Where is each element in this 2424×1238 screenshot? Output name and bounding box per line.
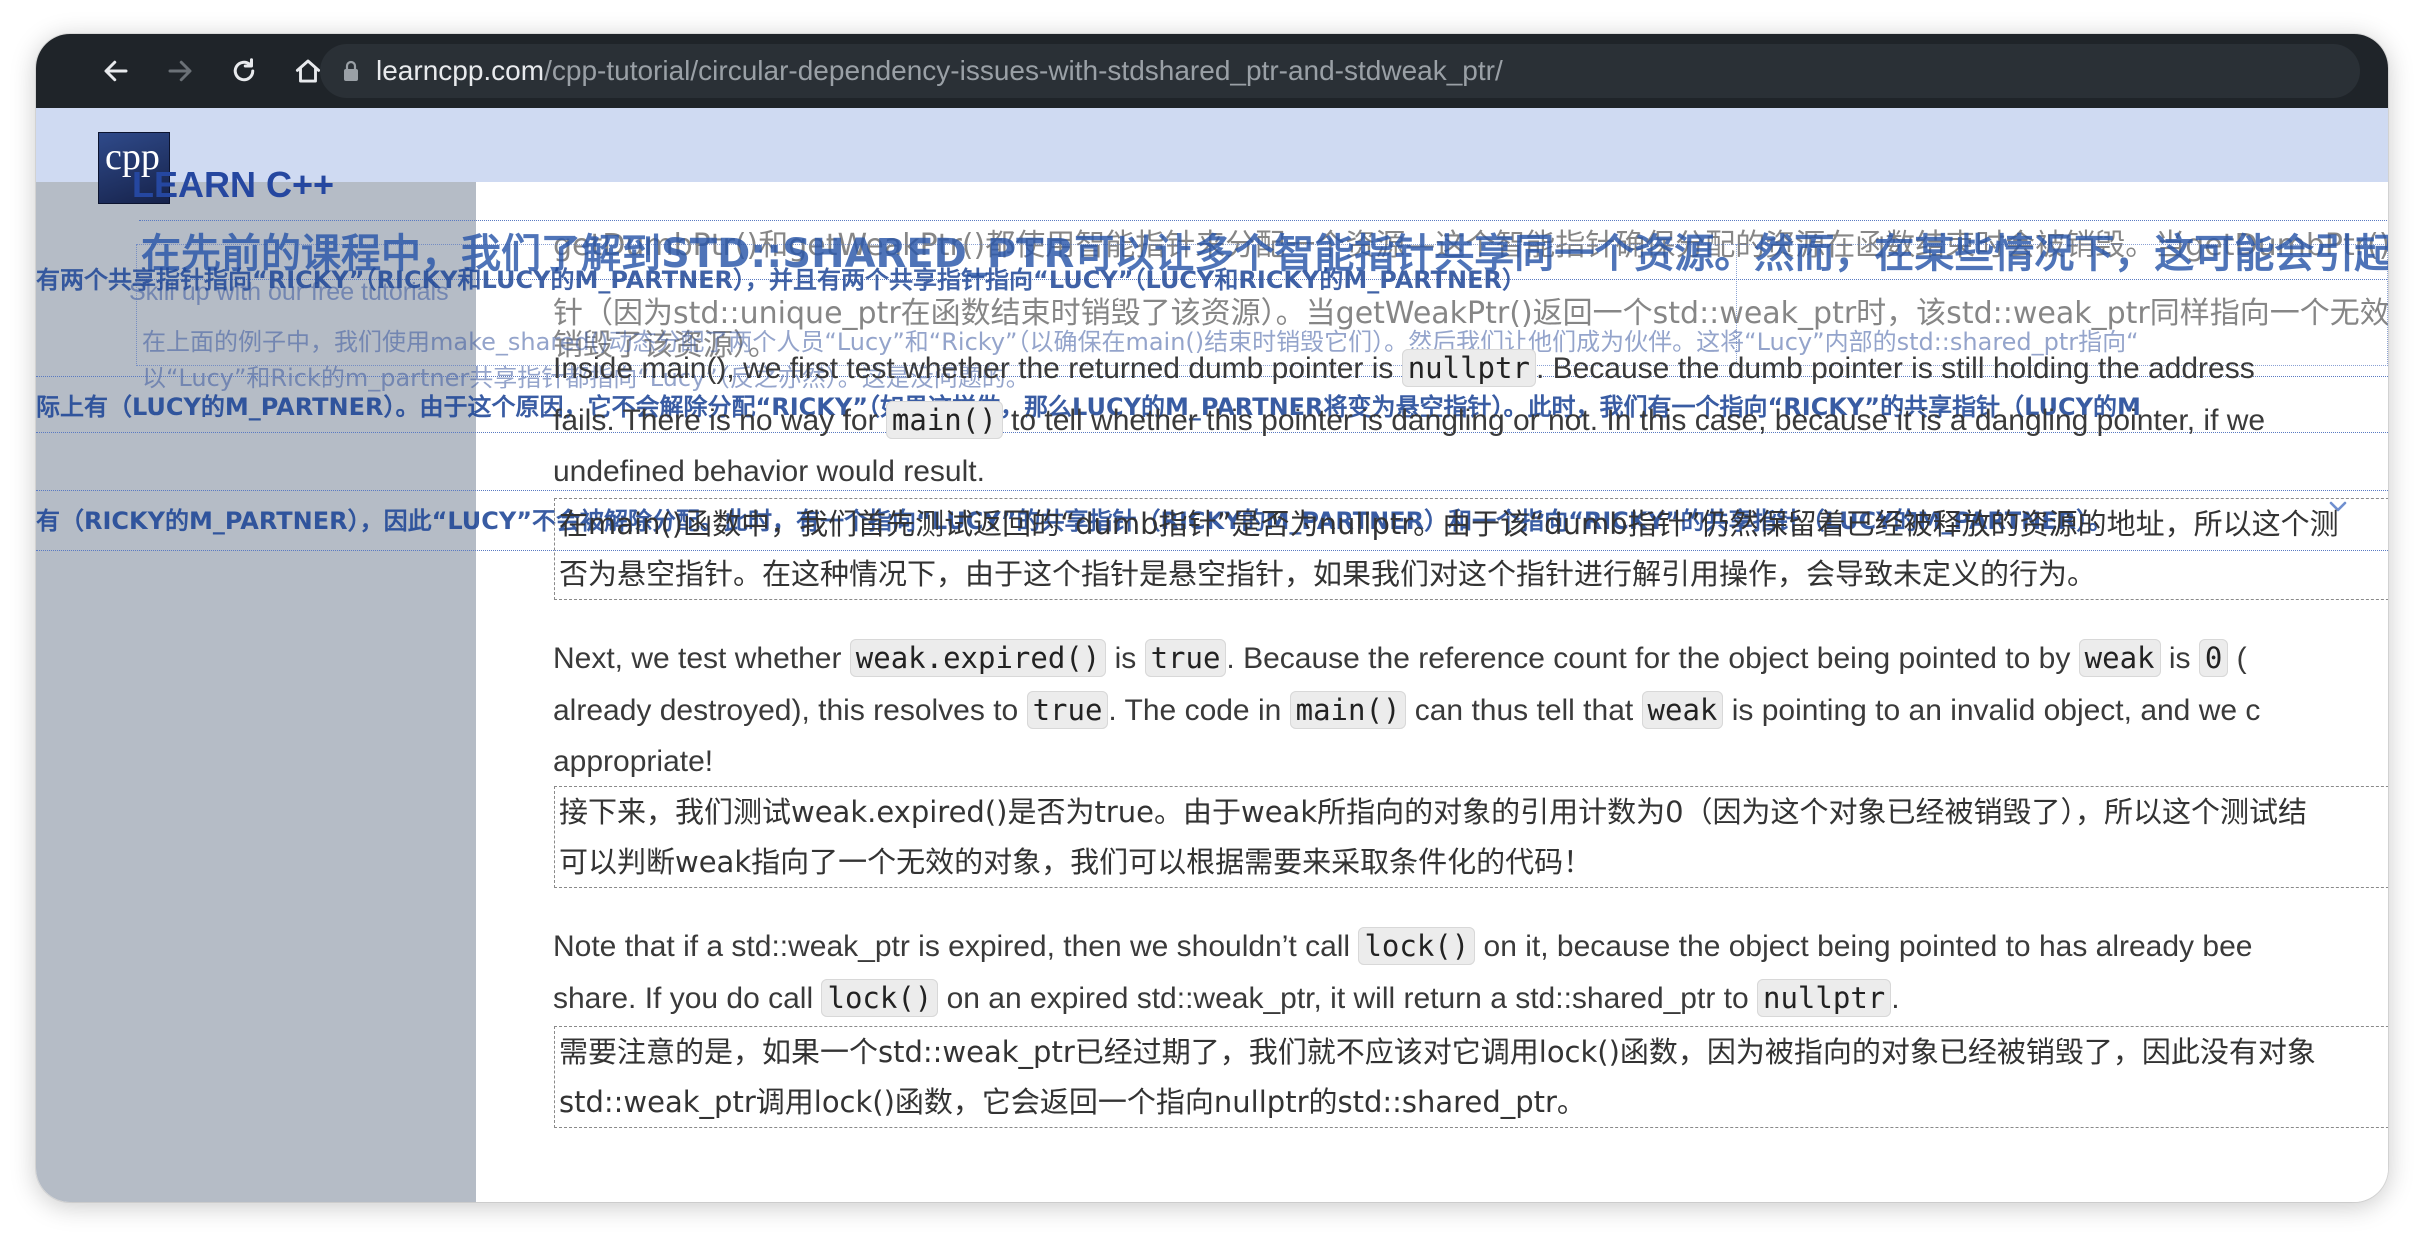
url-path: /cpp-tutorial/circular-dependency-issues… <box>544 55 1503 86</box>
article-paragraph-line: appropriate! <box>553 745 714 778</box>
site-title[interactable]: LEARN C++ <box>132 164 334 206</box>
text-span: Inside main(), we first test whether the… <box>553 352 1402 385</box>
text-span: is pointing to an invalid object, and we… <box>1723 694 2261 727</box>
overlay-text: 有两个共享指针指向“RICKY”（RICKY和LUCY的M_PARTNER），并… <box>36 266 1527 294</box>
article-paragraph: Inside main(), we first test whether the… <box>553 342 2255 395</box>
text-span: fails. There is no way for <box>553 404 886 437</box>
translation-line: 可以判断weak指向了一个无效的对象，我们可以根据需要来采取条件化的代码！ <box>559 845 1593 879</box>
inline-code: weak <box>1641 691 1724 729</box>
site-header <box>36 108 2388 182</box>
text-span: . The code in <box>1108 694 1290 727</box>
inline-code: true <box>1144 639 1227 677</box>
inline-code: main() <box>885 401 1003 439</box>
article-paragraph: Next, we test whether weak.expired() is … <box>553 632 2247 685</box>
text-span: already destroyed), this resolves to <box>553 694 1027 727</box>
inline-code: true <box>1026 691 1109 729</box>
text-span: Next, we test whether <box>553 642 850 675</box>
inline-code: main() <box>1289 691 1407 729</box>
translation-line: std::weak_ptr调用lock()函数，它会返回一个指向nullptr的… <box>559 1085 1586 1119</box>
inline-code: lock() <box>821 979 939 1017</box>
translation-box: 接下来，我们测试weak.expired()是否为true。由于weak所指向的… <box>554 786 2388 888</box>
article-paragraph: Note that if a std::weak_ptr is expired,… <box>553 920 2252 973</box>
url-host: learncpp.com <box>376 55 545 86</box>
inline-code: weak <box>2078 639 2161 677</box>
text-span: . Because the reference count for the ob… <box>1226 642 2079 675</box>
text-span: to tell whether this pointer is dangling… <box>1002 404 2266 437</box>
text-span: ( <box>2228 642 2247 675</box>
translation-box: 需要注意的是，如果一个std::weak_ptr已经过期了，我们就不应该对它调用… <box>554 1026 2388 1128</box>
arrow-left-icon <box>104 60 128 82</box>
translation-line: 在main()函数中，我们首先测试返回的“dumb指针”是否为nullptr。由… <box>559 507 2339 541</box>
web-page: cpp LEARN C++ Skill up with our free tut… <box>36 108 2388 1202</box>
text-span: share. If you do call <box>553 982 822 1015</box>
text-span: . <box>1891 982 1900 1015</box>
text-span: . Because the dumb pointer is still hold… <box>1535 352 2255 385</box>
translation-box: 在main()函数中，我们首先测试返回的“dumb指针”是否为nullptr。由… <box>554 498 2388 600</box>
browser-window: learncpp.com/cpp-tutorial/circular-depen… <box>36 34 2388 1202</box>
reload-icon <box>233 58 255 82</box>
inline-code: nullptr <box>1401 349 1536 387</box>
article-paragraph-line: already destroyed), this resolves to tru… <box>553 684 2260 737</box>
translation-line: 接下来，我们测试weak.expired()是否为true。由于weak所指向的… <box>559 795 2308 829</box>
text-span: on it, because the object being pointed … <box>1475 930 2253 963</box>
text-span: is <box>1106 642 1145 675</box>
lock-icon <box>344 60 358 81</box>
inline-code: 0 <box>2198 639 2229 677</box>
inline-code: nullptr <box>1757 979 1892 1017</box>
url-text: learncpp.com/cpp-tutorial/circular-depen… <box>376 44 1503 98</box>
forward-button[interactable] <box>158 49 202 93</box>
address-bar[interactable]: learncpp.com/cpp-tutorial/circular-depen… <box>320 44 2360 98</box>
home-icon <box>295 59 321 83</box>
text-span: on an expired std::weak_ptr, it will ret… <box>938 982 1758 1015</box>
inline-code: weak.expired() <box>849 639 1107 677</box>
arrow-right-icon <box>168 60 192 82</box>
text-span: is <box>2160 642 2199 675</box>
text-span: Note that if a std::weak_ptr is expired,… <box>553 930 1359 963</box>
reload-button[interactable] <box>222 49 266 93</box>
article-paragraph-line: share. If you do call lock() on an expir… <box>553 972 1900 1025</box>
translation-line: 需要注意的是，如果一个std::weak_ptr已经过期了，我们就不应该对它调用… <box>559 1035 2316 1069</box>
text-span: can thus tell that <box>1406 694 1642 727</box>
article-paragraph-line: fails. There is no way for main() to tel… <box>553 394 2265 447</box>
browser-toolbar: learncpp.com/cpp-tutorial/circular-depen… <box>36 34 2388 108</box>
translation-line: 否为悬空指针。在这种情况下，由于这个指针是悬空指针，如果我们对这个指针进行解引用… <box>559 557 2097 591</box>
inline-code: lock() <box>1358 927 1476 965</box>
article-paragraph-line: undefined behavior would result. <box>553 455 985 488</box>
back-button[interactable] <box>94 49 138 93</box>
